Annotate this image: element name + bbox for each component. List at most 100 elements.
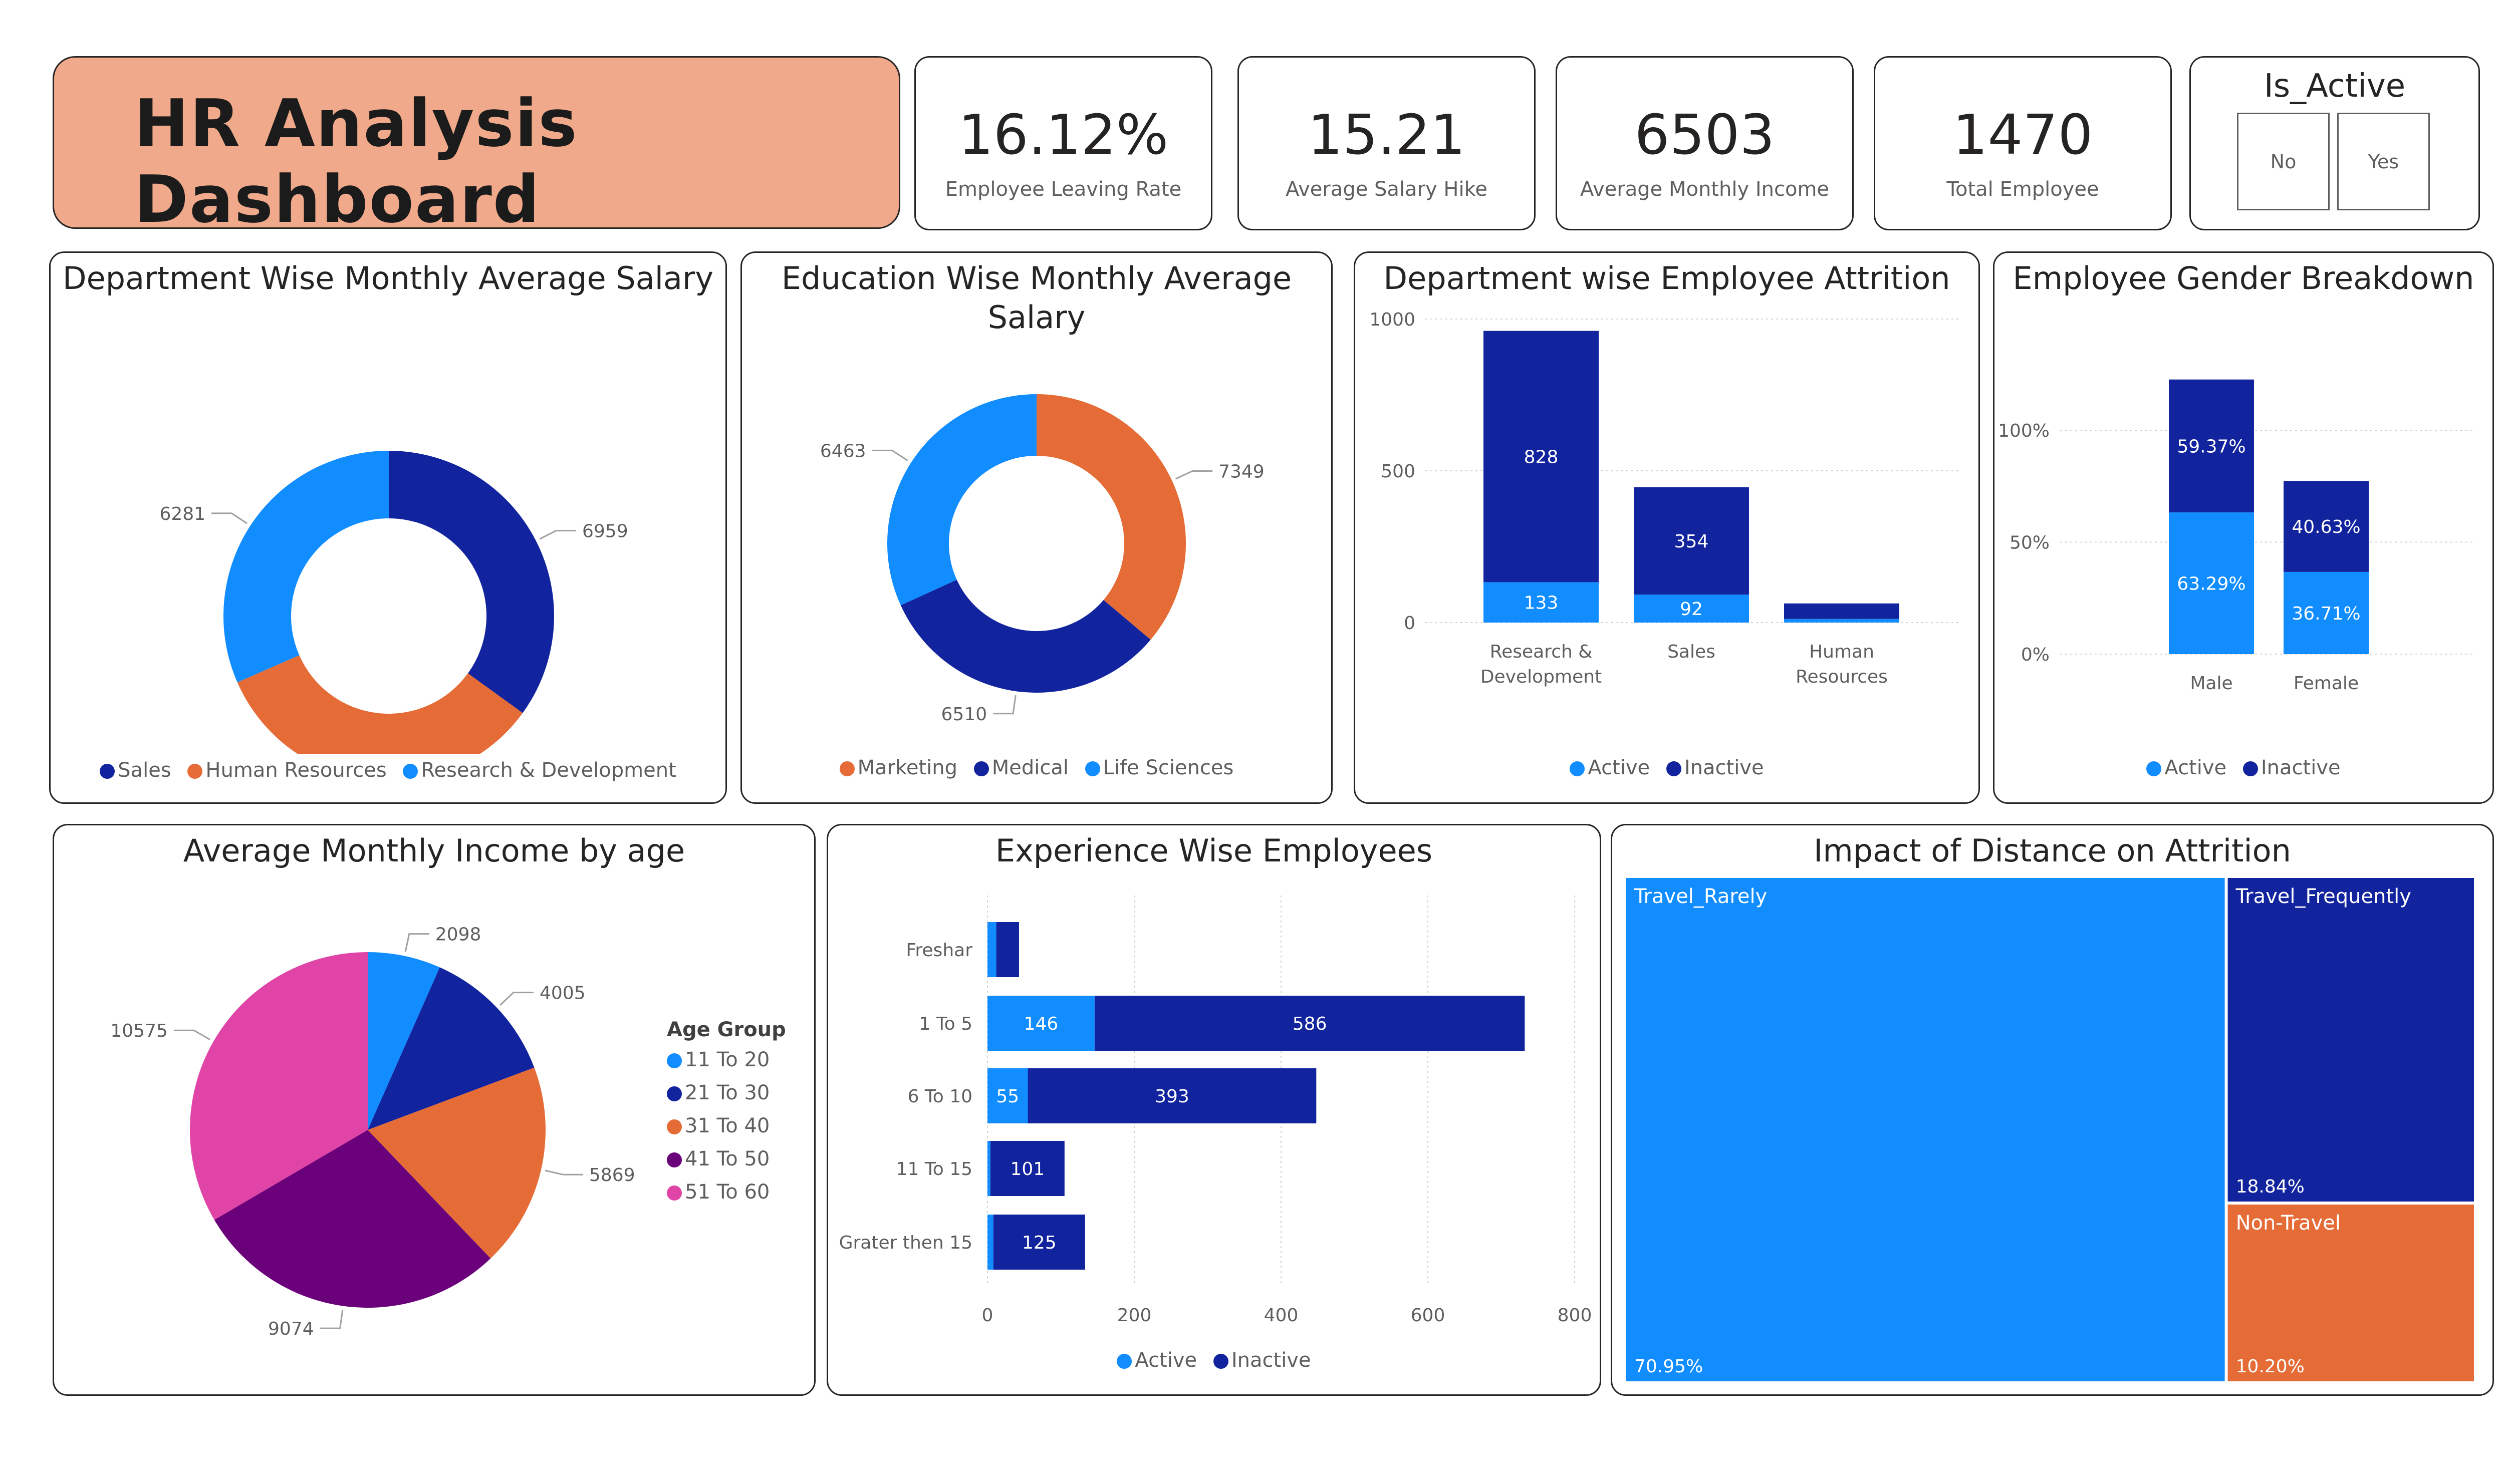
legend-item-medical[interactable]: Medical xyxy=(973,756,1069,779)
dashboard-title: HR Analysis Dashboard xyxy=(134,85,578,237)
slicer-option-no[interactable]: No xyxy=(2237,113,2330,210)
bar-inactive[interactable] xyxy=(996,922,1019,977)
y-tick-label: 11 To 15 xyxy=(896,1159,972,1179)
data-label: 146 xyxy=(1024,1014,1059,1034)
data-label: 5869 xyxy=(589,1165,635,1185)
legend-label: Active xyxy=(1135,1349,1197,1372)
legend-item-rnd[interactable]: Research & Development xyxy=(403,759,676,782)
legend-item-inactive[interactable]: Inactive xyxy=(1213,1349,1311,1372)
kpi-card-monthly-income: 6503 Average Monthly Income xyxy=(1556,56,1854,230)
legend-label: 51 To 60 xyxy=(685,1180,770,1204)
kpi-value: 1470 xyxy=(1952,103,2093,167)
slice-marketing[interactable] xyxy=(1037,394,1186,640)
x-tick-label: 600 xyxy=(1411,1305,1445,1326)
legend-item-active[interactable]: Active xyxy=(2146,756,2226,779)
kpi-label: Employee Leaving Rate xyxy=(945,178,1182,201)
chart-legend: Active Inactive xyxy=(1355,756,1978,779)
dept-salary-donut-chart: 695966556281 xyxy=(159,451,628,754)
legend-dot xyxy=(187,764,203,779)
slice-life-sciences[interactable] xyxy=(887,394,1037,606)
data-label: 9074 xyxy=(268,1319,314,1339)
x-tick-label: Sales xyxy=(1667,642,1715,662)
legend-item-marketing[interactable]: Marketing xyxy=(839,756,957,779)
y-tick-label: 50% xyxy=(2010,533,2050,553)
legend-label: Sales xyxy=(118,759,171,782)
legend-item-41-50[interactable]: 41 To 50 xyxy=(667,1147,786,1170)
slicer-option-yes[interactable]: Yes xyxy=(2337,113,2430,210)
x-tick-label: Male xyxy=(2190,673,2232,694)
kpi-card-total-employee: 1470 Total Employee xyxy=(1874,56,2172,230)
legend-label: Active xyxy=(1588,756,1650,779)
x-tick-label: 200 xyxy=(1117,1305,1152,1326)
bar-active[interactable] xyxy=(987,1215,993,1270)
legend-label: 11 To 20 xyxy=(685,1048,770,1071)
y-tick-label: 0 xyxy=(1404,613,1415,634)
edu-salary-donut-chart: 7349 6510 6463 xyxy=(820,394,1265,725)
x-tick-label: Development xyxy=(1480,667,1602,687)
legend-dot xyxy=(667,1086,682,1101)
bar-inactive[interactable] xyxy=(1784,603,1899,619)
panel-experience: Experience Wise Employees 0 200 400 600 800 F… xyxy=(827,824,1601,1396)
kpi-label: Average Salary Hike xyxy=(1286,178,1487,201)
treemap-tile-travel-rarely[interactable] xyxy=(1626,878,2225,1381)
legend-dot xyxy=(1213,1354,1228,1369)
y-tick-label: 0% xyxy=(2021,645,2050,665)
y-tick-label: 6 To 10 xyxy=(908,1086,973,1107)
x-tick-label: 800 xyxy=(1558,1305,1592,1326)
legend-title: Age Group xyxy=(667,1018,786,1041)
legend-dot xyxy=(667,1053,682,1068)
title-card: HR Analysis Dashboard xyxy=(53,56,900,237)
legend-item-active[interactable]: Active xyxy=(1117,1349,1197,1372)
legend-label: Human Resources xyxy=(205,759,387,782)
dept-attrition-bar-chart: 0 500 1000 133 828 Research & Development 92 354… xyxy=(1369,310,1961,687)
legend-label: Marketing xyxy=(857,756,957,779)
data-label: 36.71% xyxy=(2292,604,2360,624)
tile-label: Non-Travel xyxy=(2236,1212,2341,1235)
kpi-label: Total Employee xyxy=(1946,178,2099,201)
legend-item-51-60[interactable]: 51 To 60 xyxy=(667,1180,786,1204)
data-label: 4005 xyxy=(540,983,586,1004)
legend-label: Research & Development xyxy=(421,759,676,782)
panel-gender: Employee Gender Breakdown 0% 50% 100% 63.29… xyxy=(1993,251,2494,804)
legend-dot xyxy=(839,761,855,776)
x-tick-label: 400 xyxy=(1264,1305,1299,1326)
data-label: 133 xyxy=(1524,593,1559,614)
panel-title: Employee Gender Breakdown xyxy=(2013,260,2474,296)
legend-item-sales[interactable]: Sales xyxy=(100,759,171,782)
panel-title: Average Monthly Income by age xyxy=(183,832,685,869)
legend-item-hr[interactable]: Human Resources xyxy=(187,759,387,782)
legend-item-life-sciences[interactable]: Life Sciences xyxy=(1085,756,1233,779)
legend-dot xyxy=(403,764,418,779)
slice-research-development[interactable] xyxy=(223,451,389,683)
legend-dot xyxy=(667,1119,682,1134)
leader-line xyxy=(872,449,908,461)
bar-active[interactable] xyxy=(987,1141,990,1196)
data-label: 92 xyxy=(1680,599,1703,620)
data-label: 6281 xyxy=(159,504,205,524)
kpi-value: 6503 xyxy=(1634,103,1775,167)
tile-value: 70.95% xyxy=(1634,1356,1703,1377)
legend-label: Inactive xyxy=(1684,756,1764,779)
panel-edu-salary: Education Wise Monthly Average Salary 73… xyxy=(740,251,1333,804)
leader-line xyxy=(173,1029,210,1040)
legend-label: Inactive xyxy=(1231,1349,1311,1372)
legend-item-inactive[interactable]: Inactive xyxy=(1666,756,1764,779)
legend-item-21-30[interactable]: 21 To 30 xyxy=(667,1081,786,1104)
legend-item-31-40[interactable]: 31 To 40 xyxy=(667,1114,786,1137)
treemap-tile-travel-frequently[interactable] xyxy=(2227,878,2474,1202)
data-label: 7349 xyxy=(1218,462,1265,482)
bar-active[interactable] xyxy=(987,922,996,977)
tile-value: 10.20% xyxy=(2236,1356,2305,1377)
chart-legend: Active Inactive xyxy=(1994,756,2492,779)
legend-dot xyxy=(1117,1354,1132,1369)
legend-item-11-20[interactable]: 11 To 20 xyxy=(667,1048,786,1071)
legend-item-inactive[interactable]: Inactive xyxy=(2242,756,2341,779)
bar-active[interactable] xyxy=(1784,619,1899,623)
data-label: 6510 xyxy=(941,704,987,725)
legend-item-active[interactable]: Active xyxy=(1570,756,1650,779)
slice-sales[interactable] xyxy=(389,451,554,713)
legend-dot xyxy=(1666,761,1681,776)
kpi-card-leaving-rate: 16.12% Employee Leaving Rate xyxy=(914,56,1212,230)
age-income-pie-chart: 2098 4005 5869 9074 10575 xyxy=(110,925,635,1339)
legend-dot xyxy=(973,761,989,776)
